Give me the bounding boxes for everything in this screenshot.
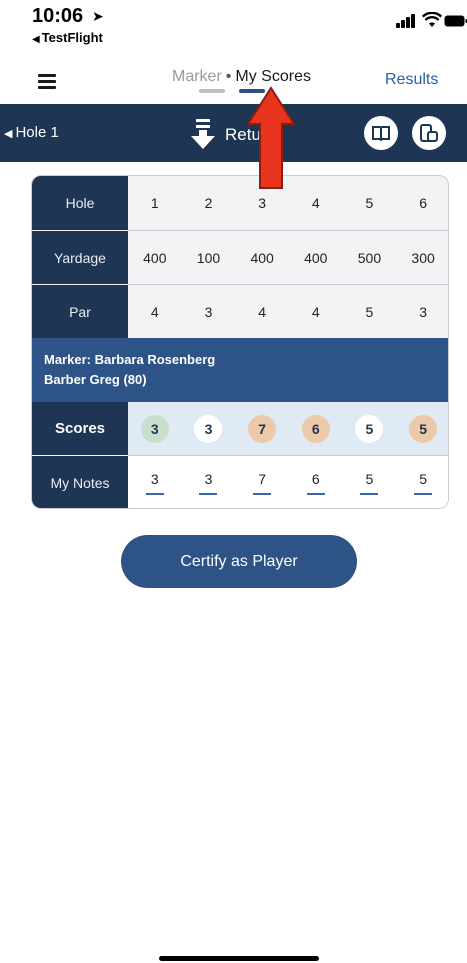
par-value: 5 — [365, 303, 374, 320]
score-bubble: 5 — [355, 414, 384, 443]
note-input[interactable]: 3 — [128, 456, 182, 508]
hole-number: 5 — [365, 195, 374, 211]
tab-marker[interactable]: Marker — [172, 68, 222, 85]
status-time: 10:06 — [32, 5, 84, 27]
view-switch: Marker • My Scores — [172, 68, 311, 86]
score-cell[interactable]: 3 — [182, 402, 236, 455]
cellular-signal-icon — [396, 14, 416, 28]
notes-row: My Notes 3 3 7 6 5 5 — [32, 456, 448, 508]
par-value: 3 — [204, 303, 213, 320]
hole-number: 1 — [150, 195, 159, 211]
tab-indicator-marker — [199, 89, 225, 93]
marker-player-band: Marker: Barbara Rosenberg Barber Greg (8… — [32, 338, 448, 402]
yardage-value: 300 — [411, 249, 435, 266]
hole-number: 4 — [311, 195, 320, 211]
par-label: Par — [32, 285, 128, 338]
yardage-value: 500 — [357, 249, 382, 266]
player-name: Barber Greg (80) — [44, 372, 147, 387]
score-bubble: 7 — [248, 414, 277, 443]
return-down-arrow-icon — [191, 119, 215, 149]
note-value: 3 — [150, 471, 159, 487]
note-underline — [253, 493, 272, 495]
status-bar: 10:06 ➤ ◀ TestFlight — [0, 0, 467, 58]
note-value: 7 — [258, 471, 267, 487]
scorecard: Hole 1 2 3 4 5 6 Yardage 400 100 400 400… — [31, 175, 449, 509]
hole-toolbar: ◀ Hole 1 Return — [0, 104, 467, 162]
hole-number: 2 — [204, 195, 213, 211]
par-value: 3 — [419, 303, 427, 320]
score-cell[interactable]: 6 — [289, 402, 343, 455]
previous-hole-button[interactable]: ◀ Hole 1 — [4, 124, 59, 141]
score-cell[interactable]: 7 — [235, 402, 289, 455]
home-indicator[interactable] — [159, 956, 319, 961]
score-cell[interactable]: 5 — [343, 402, 397, 455]
tab-separator: • — [225, 68, 232, 85]
par-cells: 4 3 4 4 5 3 — [128, 285, 448, 338]
hamburger-menu-icon[interactable] — [38, 74, 56, 89]
yardage-value: 100 — [196, 249, 221, 266]
note-input[interactable]: 3 — [182, 456, 236, 508]
back-triangle-icon: ◀ — [32, 34, 40, 45]
wifi-icon — [422, 12, 442, 27]
score-bubble: 6 — [301, 414, 330, 443]
score-bubble: 3 — [140, 414, 169, 443]
yardage-book-button[interactable] — [364, 116, 398, 150]
back-app-label: TestFlight — [41, 30, 103, 45]
note-value: 5 — [419, 471, 427, 487]
par-value: 4 — [311, 303, 320, 320]
score-cell[interactable]: 3 — [128, 402, 182, 455]
hole-label: Hole — [32, 176, 128, 230]
note-underline — [199, 493, 218, 495]
score-bubble: 3 — [194, 414, 223, 443]
note-input[interactable]: 5 — [396, 456, 448, 508]
scores-label: Scores — [32, 402, 128, 455]
back-triangle-icon: ◀ — [4, 128, 13, 140]
yardage-value: 400 — [250, 249, 274, 266]
note-value: 6 — [311, 471, 320, 487]
back-to-app-link[interactable]: ◀ TestFlight — [32, 30, 103, 45]
par-value: 4 — [150, 303, 159, 320]
note-input[interactable]: 5 — [343, 456, 397, 508]
yardage-value: 400 — [304, 249, 328, 266]
tab-my-scores[interactable]: My Scores — [235, 68, 311, 85]
hole-number: 6 — [419, 195, 427, 211]
note-underline — [306, 493, 325, 495]
location-arrow-icon: ➤ — [92, 8, 104, 24]
hole-row: Hole 1 2 3 4 5 6 — [32, 176, 448, 230]
previous-hole-label: Hole 1 — [15, 124, 59, 141]
device-button[interactable] — [412, 116, 446, 150]
marker-name: Marker: Barbara Rosenberg — [44, 352, 216, 367]
note-value: 3 — [204, 471, 213, 487]
yardage-value: 400 — [143, 249, 167, 266]
nav-header: Marker • My Scores Results — [0, 58, 467, 104]
notes-cells: 3 3 7 6 5 5 — [128, 456, 448, 508]
note-underline — [145, 493, 164, 495]
note-underline — [414, 493, 433, 495]
score-cell[interactable]: 5 — [396, 402, 448, 455]
score-cells: 3 3 7 6 5 5 — [128, 402, 448, 455]
yardage-label: Yardage — [32, 231, 128, 284]
book-icon — [372, 126, 390, 142]
yardage-row: Yardage 400 100 400 400 500 300 — [32, 231, 448, 284]
certify-as-player-button[interactable]: Certify as Player — [121, 535, 357, 588]
note-input[interactable]: 6 — [289, 456, 343, 508]
score-bubble: 5 — [409, 414, 438, 443]
results-link[interactable]: Results — [385, 71, 438, 89]
battery-icon — [444, 15, 467, 27]
annotation-up-arrow-icon — [246, 86, 296, 189]
device-icon — [420, 124, 438, 142]
note-input[interactable]: 7 — [235, 456, 289, 508]
yardage-cells: 400 100 400 400 500 300 — [128, 231, 448, 284]
note-underline — [360, 493, 379, 495]
scores-row: Scores 3 3 7 6 5 5 — [32, 402, 448, 455]
par-row: Par 4 3 4 4 5 3 — [32, 285, 448, 338]
note-value: 5 — [365, 471, 374, 487]
notes-label: My Notes — [32, 456, 128, 508]
par-value: 4 — [258, 303, 267, 320]
